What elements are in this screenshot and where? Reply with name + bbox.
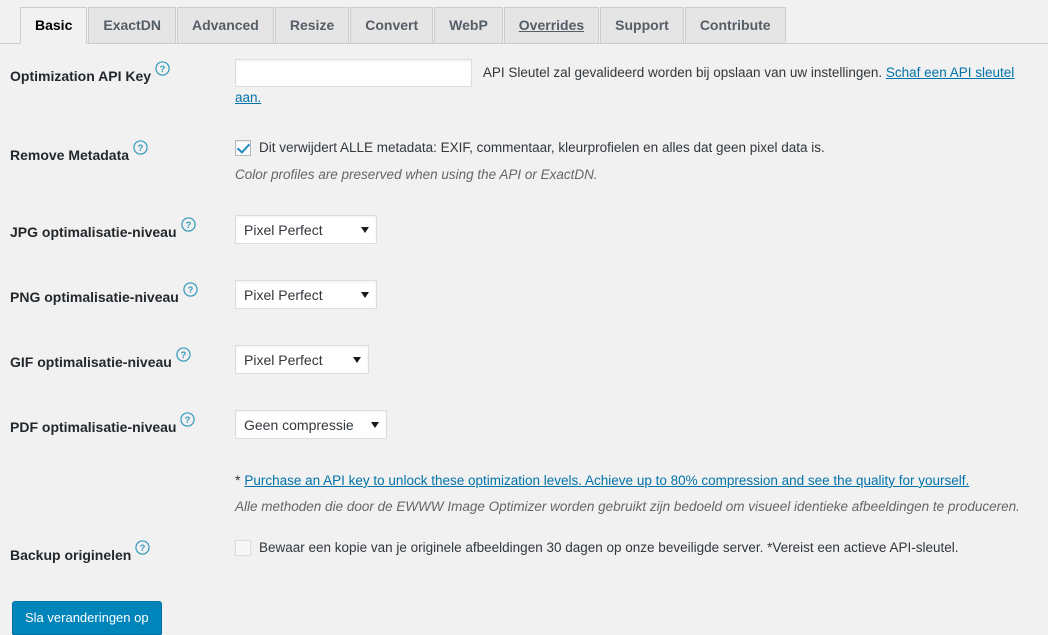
help-circle-question-icon[interactable]: ? [135, 540, 151, 556]
svg-text:?: ? [180, 350, 186, 360]
svg-text:?: ? [187, 285, 193, 295]
label-text: PDF optimalisatie-niveau [10, 418, 177, 435]
tab-contribute[interactable]: Contribute [684, 7, 786, 44]
label-text: Backup originelen [10, 547, 132, 564]
purchase-note-description: Alle methoden die door de EWWW Image Opt… [235, 499, 1020, 515]
settings-tab-bar: Basic ExactDN Advanced Resize Convert We… [0, 0, 1048, 44]
submit-area: Sla veranderingen op [0, 585, 1048, 635]
field-optimization-api-key: API Sleutel zal gevalideerd worden bij o… [225, 44, 1048, 123]
field-pdf-level: Geen compressie [225, 395, 1048, 460]
jpg-level-select[interactable]: Pixel Perfect [235, 214, 377, 244]
tab-convert[interactable]: Convert [350, 7, 434, 44]
label-optimization-api-key: Optimization API Key? [0, 44, 225, 123]
help-circle-question-icon[interactable]: ? [155, 61, 170, 76]
chevron-down-icon [361, 291, 369, 298]
row-optimization-api-key: Optimization API Key? API Sleutel zal ge… [0, 44, 1048, 123]
backup-originals-checkbox[interactable] [235, 540, 251, 557]
field-jpg-level: Pixel Perfect [225, 200, 1048, 265]
pdf-level-value: Geen compressie [244, 416, 354, 433]
pdf-level-select[interactable]: Geen compressie [235, 409, 387, 439]
purchase-api-key-cta-link[interactable]: Purchase an API key to unlock these opti… [244, 473, 969, 488]
remove-metadata-description: Color profiles are preserved when using … [235, 166, 598, 182]
backup-originals-checkbox-label: Bewaar een kopie van je originele afbeel… [259, 540, 959, 556]
tab-resize[interactable]: Resize [274, 7, 350, 44]
row-backup-originals: Backup originelen? Bewaar een kopie van … [0, 523, 1048, 584]
tab-advanced[interactable]: Advanced [176, 7, 274, 44]
png-level-value: Pixel Perfect [244, 286, 323, 303]
api-key-note-text: API Sleutel zal gevalideerd worden bij o… [482, 64, 883, 80]
row-purchase-note: * Purchase an API key to unlock these op… [0, 460, 1048, 524]
label-png-level: PNG optimalisatie-niveau? [0, 265, 225, 330]
chevron-down-icon [353, 356, 361, 363]
field-purchase-note: * Purchase an API key to unlock these op… [225, 460, 1048, 524]
row-jpg-level: JPG optimalisatie-niveau? Pixel Perfect [0, 200, 1048, 265]
remove-metadata-checkbox[interactable] [235, 140, 251, 157]
jpg-level-value: Pixel Perfect [244, 221, 323, 238]
help-circle-question-icon[interactable]: ? [133, 140, 148, 156]
label-text: PNG optimalisatie-niveau [10, 288, 179, 305]
save-changes-button[interactable]: Sla veranderingen op [12, 600, 162, 635]
help-circle-question-icon[interactable]: ? [180, 217, 196, 232]
settings-form-table: Optimization API Key? API Sleutel zal ge… [0, 44, 1048, 585]
label-purchase-note-empty [0, 460, 225, 524]
tab-exactdn[interactable]: ExactDN [88, 7, 176, 44]
label-pdf-level: PDF optimalisatie-niveau? [0, 395, 225, 460]
help-circle-question-icon[interactable]: ? [176, 347, 191, 362]
svg-text:?: ? [140, 543, 146, 553]
gif-level-value: Pixel Perfect [244, 351, 323, 368]
gif-level-select[interactable]: Pixel Perfect [235, 344, 369, 374]
label-gif-level: GIF optimalisatie-niveau? [0, 330, 225, 395]
row-remove-metadata: Remove Metadata? Dit verwijdert ALLE met… [0, 123, 1048, 200]
help-circle-question-icon[interactable]: ? [180, 412, 196, 427]
backup-originals-checkbox-row: Bewaar een kopie van je originele afbeel… [235, 538, 1038, 558]
chevron-down-icon [371, 421, 379, 428]
remove-metadata-checkbox-row: Dit verwijdert ALLE metadata: EXIF, comm… [235, 138, 1038, 158]
label-jpg-level: JPG optimalisatie-niveau? [0, 200, 225, 265]
row-pdf-level: PDF optimalisatie-niveau? Geen compressi… [0, 395, 1048, 460]
row-gif-level: GIF optimalisatie-niveau? Pixel Perfect [0, 330, 1048, 395]
purchase-note-asterisk: * [235, 471, 241, 488]
tab-basic[interactable]: Basic [20, 7, 88, 44]
label-remove-metadata: Remove Metadata? [0, 123, 225, 200]
api-key-input[interactable] [235, 59, 472, 87]
field-remove-metadata: Dit verwijdert ALLE metadata: EXIF, comm… [225, 123, 1048, 200]
svg-text:?: ? [138, 143, 144, 153]
row-png-level: PNG optimalisatie-niveau? Pixel Perfect [0, 265, 1048, 330]
svg-text:?: ? [185, 415, 191, 425]
label-text: Optimization API Key [10, 68, 152, 84]
label-backup-originals: Backup originelen? [0, 523, 225, 584]
field-backup-originals: Bewaar een kopie van je originele afbeel… [225, 523, 1048, 584]
tab-support[interactable]: Support [600, 7, 684, 44]
tab-overrides[interactable]: Overrides [503, 7, 600, 44]
field-png-level: Pixel Perfect [225, 265, 1048, 330]
png-level-select[interactable]: Pixel Perfect [235, 279, 377, 309]
help-circle-question-icon[interactable]: ? [183, 282, 198, 297]
svg-text:?: ? [185, 220, 191, 230]
tab-webp[interactable]: WebP [434, 7, 503, 44]
field-gif-level: Pixel Perfect [225, 330, 1048, 395]
label-text: Remove Metadata [10, 147, 130, 164]
svg-text:?: ? [160, 64, 166, 74]
chevron-down-icon [361, 226, 369, 233]
label-text: GIF optimalisatie-niveau [10, 353, 172, 370]
remove-metadata-checkbox-label: Dit verwijdert ALLE metadata: EXIF, comm… [259, 140, 825, 156]
label-text: JPG optimalisatie-niveau [10, 223, 177, 240]
